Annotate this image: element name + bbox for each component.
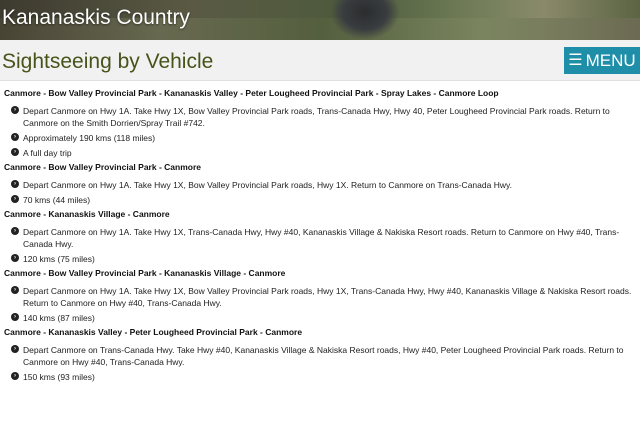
list-item: › 120 kms (75 miles): [0, 253, 640, 265]
list-item: › Depart Canmore on Hwy 1A. Take Hwy 1X, …: [0, 105, 640, 129]
route-title: Canmore - Bow Valley Provincial Park - K…: [4, 268, 286, 278]
chevron-right-icon: ›: [11, 148, 19, 156]
route-section: Canmore - Kananaskis Village - Canmore ›…: [0, 209, 640, 265]
chevron-right-icon: ›: [11, 106, 19, 114]
list-item: › 70 kms (44 miles): [0, 194, 640, 206]
route-section: Canmore - Bow Valley Provincial Park - C…: [0, 162, 640, 206]
chevron-right-icon: ›: [11, 313, 19, 321]
chevron-right-icon: ›: [11, 254, 19, 262]
menu-button[interactable]: ☰ MENU: [564, 47, 640, 74]
chevron-right-icon: ›: [11, 372, 19, 380]
list-item: › Depart Canmore on Trans-Canada Hwy. Tak…: [0, 344, 640, 368]
list-item: › Depart Canmore on Hwy 1A. Take Hwy 1X, …: [0, 285, 640, 309]
chevron-right-icon: ›: [11, 227, 19, 235]
list-item: › Depart Canmore on Hwy 1A. Take Hwy 1X, …: [0, 226, 640, 250]
route-section: Canmore - Bow Valley Provincial Park - K…: [0, 88, 640, 159]
banner-cyclist-image: [330, 0, 400, 40]
route-section: Canmore - Kananaskis Valley - Peter Loug…: [0, 327, 640, 383]
page-title: Sightseeing by Vehicle: [2, 50, 214, 73]
list-item: › Depart Canmore on Hwy 1A. Take Hwy 1X, …: [0, 179, 640, 191]
list-item: › A full day trip: [0, 147, 640, 159]
header-banner: Kananaskis Country: [0, 0, 640, 40]
chevron-right-icon: ›: [11, 195, 19, 203]
route-title: Canmore - Kananaskis Valley - Peter Loug…: [4, 327, 303, 337]
chevron-right-icon: ›: [11, 345, 19, 353]
list-item: › Approximately 190 kms (118 miles): [0, 132, 640, 144]
route-list: Canmore - Bow Valley Provincial Park - K…: [0, 88, 640, 386]
list-item: › 140 kms (87 miles): [0, 312, 640, 324]
menu-label: MENU: [585, 50, 636, 70]
chevron-right-icon: ›: [11, 180, 19, 188]
list-item: › 150 kms (93 miles): [0, 371, 640, 383]
hamburger-icon: ☰: [568, 51, 583, 69]
route-title: Canmore - Bow Valley Provincial Park - C…: [4, 162, 201, 172]
route-title: Canmore - Kananaskis Village - Canmore: [4, 209, 170, 219]
chevron-right-icon: ›: [11, 286, 19, 294]
site-title[interactable]: Kananaskis Country: [2, 6, 190, 30]
page-header: Sightseeing by Vehicle ☰ MENU: [0, 40, 640, 81]
route-title: Canmore - Bow Valley Provincial Park - K…: [4, 88, 499, 98]
chevron-right-icon: ›: [11, 133, 19, 141]
route-section: Canmore - Bow Valley Provincial Park - K…: [0, 268, 640, 324]
